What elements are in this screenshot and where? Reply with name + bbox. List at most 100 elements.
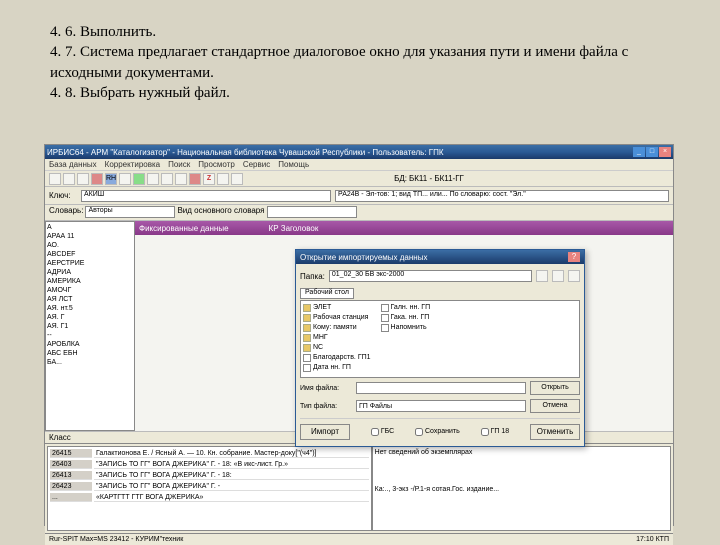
menu-service[interactable]: Сервис — [243, 160, 270, 169]
list-item[interactable]: А — [47, 223, 133, 232]
class-label: Класс — [49, 433, 71, 442]
list-item[interactable]: -- — [47, 331, 133, 340]
table-row[interactable]: 26413"ЗАПИСЬ ТО ГГ" ВОГА ДЖЕРИКА" Г. - 1… — [50, 471, 369, 480]
tb-btn-7[interactable] — [147, 173, 159, 185]
list-item[interactable]: АЕРСТРИЕ — [47, 259, 133, 268]
list-item[interactable]: АЯ. Г1 — [47, 322, 133, 331]
list-item[interactable]: АДРИА — [47, 268, 133, 277]
tb-btn-6[interactable] — [133, 173, 145, 185]
filetype-row: Тип файла: ГП Файлы Отмена — [300, 398, 580, 414]
dict-label: Словарь: — [49, 206, 83, 219]
tab-fixed[interactable]: Фиксированные данные — [139, 224, 229, 233]
filetype-label: Тип файла: — [300, 403, 352, 410]
maximize-button[interactable]: □ — [646, 147, 658, 157]
cancel-action-button[interactable]: Отменить — [530, 424, 580, 440]
tb-btn-5[interactable] — [119, 173, 131, 185]
tb-btn-2[interactable] — [63, 173, 75, 185]
list-item[interactable]: АБС ЕБН — [47, 349, 133, 358]
tab-header[interactable]: КР Заголовок — [269, 224, 319, 233]
folder-label: Папка: — [300, 272, 325, 281]
desktop-tab[interactable]: Рабочий стол — [300, 288, 354, 299]
tb-btn-9[interactable] — [175, 173, 187, 185]
status-bar: Rur-SPIT Max=MS 23412 - КУРИМ"техник 17:… — [45, 533, 673, 545]
file-item[interactable]: Дата нн. ГП — [303, 363, 371, 372]
list-item[interactable]: АМЕРИКА — [47, 277, 133, 286]
instr-line-2: 4. 7. Система предлагает стандартное диа… — [50, 42, 670, 83]
cbx-2[interactable]: Сохранить — [415, 428, 460, 436]
tb-btn-11[interactable] — [217, 173, 229, 185]
file-item[interactable]: Галн. нн. ГП — [381, 303, 431, 312]
view-label: Вид основного словаря — [177, 206, 264, 219]
tb-btn-10[interactable] — [189, 173, 201, 185]
tb-btn-3[interactable] — [77, 173, 89, 185]
folder-item[interactable]: МНГ — [303, 333, 371, 342]
list-item[interactable]: ABCDEF — [47, 250, 133, 259]
open-button[interactable]: Открыть — [530, 381, 580, 395]
list-item[interactable]: АРАА 11 — [47, 232, 133, 241]
list-item[interactable]: АЯ. Г — [47, 313, 133, 322]
tb-btn-8[interactable] — [161, 173, 173, 185]
list-item[interactable]: АЯ. нт.5 — [47, 304, 133, 313]
list-item[interactable]: АРОБЛКА — [47, 340, 133, 349]
table-row[interactable]: 26415Галактионова Е. / Ясный А. — 10. Кн… — [50, 449, 369, 458]
phrase-row: Ключ: АКИШ РА24В - Эл-тов: 1; вид ТП... … — [45, 187, 673, 205]
view-select[interactable] — [267, 206, 357, 218]
filename-input[interactable] — [356, 382, 526, 394]
folder-row: Папка: 01_02_30 БВ экс-2000 — [300, 268, 580, 284]
tb-btn-1[interactable] — [49, 173, 61, 185]
filename-label: Имя файла: — [300, 385, 352, 392]
db-select[interactable]: БК11 - БК11-ГГ — [409, 174, 669, 183]
records-table[interactable]: 26415Галактионова Е. / Ясный А. — 10. Кн… — [48, 447, 371, 504]
app-titlebar: ИРБИС64 - АРМ "Каталогизатор" - Национал… — [45, 145, 673, 159]
folder-select[interactable]: 01_02_30 БВ экс-2000 — [329, 270, 532, 282]
menubar: База данных Корректировка Поиск Просмотр… — [45, 159, 673, 171]
menu-help[interactable]: Помощь — [278, 160, 309, 169]
tb-btn-12[interactable] — [231, 173, 243, 185]
cbx-3[interactable]: ГП 18 — [481, 428, 510, 436]
dialog-close-icon[interactable]: ? — [568, 252, 580, 262]
cancel-button[interactable]: Отмена — [530, 399, 580, 413]
file-list[interactable]: ЭЛЕТ Рабочая станция Кому: памяти МНГ NC… — [300, 300, 580, 378]
file-item[interactable]: Благодарств. ГП1 — [303, 353, 371, 362]
result-input[interactable]: РА24В - Эл-тов: 1; вид ТП... или... По с… — [335, 190, 669, 202]
table-row[interactable]: ...«КАРТГТТ ГТГ ВОГА ДЖЕРИКА» — [50, 493, 369, 502]
tb-btn-4[interactable] — [91, 173, 103, 185]
records-panel: 26415Галактионова Е. / Ясный А. — 10. Кн… — [45, 443, 673, 533]
folder-item[interactable]: Кому: памяти — [303, 323, 371, 332]
new-folder-icon[interactable] — [552, 270, 564, 282]
view-mode-icon[interactable] — [568, 270, 580, 282]
instr-line-1: 4. 6. Выполнить. — [50, 22, 670, 42]
instr-line-3: 4. 8. Выбрать нужный файл. — [50, 83, 670, 103]
file-item[interactable]: Напомнить — [381, 323, 431, 332]
dictionary-list[interactable]: А АРАА 11 АО. ABCDEF АЕРСТРИЕ АДРИА АМЕР… — [45, 221, 135, 431]
list-item[interactable]: АО. — [47, 241, 133, 250]
tb-rh-icon[interactable]: RH — [105, 173, 117, 185]
table-row[interactable]: 26423"ЗАПИСЬ ТО ГГ" ВОГА ДЖЕРИКА" Г. - — [50, 482, 369, 491]
cbx-1[interactable]: ГБС — [371, 428, 394, 436]
folder-item[interactable]: ЭЛЕТ — [303, 303, 371, 312]
file-open-dialog: Открытие импортируемых данных ? Папка: 0… — [295, 249, 585, 447]
dict-select[interactable]: Авторы — [85, 206, 175, 218]
menu-db[interactable]: База данных — [49, 160, 97, 169]
menu-view[interactable]: Просмотр — [198, 160, 235, 169]
phrase-input[interactable]: АКИШ — [81, 190, 331, 202]
minimize-button[interactable]: _ — [633, 147, 645, 157]
tb-z-icon[interactable]: Z — [203, 173, 215, 185]
folder-item[interactable]: Рабочая станция — [303, 313, 371, 322]
table-row[interactable]: 26403"ЗАПИСЬ ТО ГГ" ВОГА ДЖЕРИКА" Г. - 1… — [50, 460, 369, 469]
filetype-select[interactable]: ГП Файлы — [356, 400, 526, 412]
close-button[interactable]: × — [659, 147, 671, 157]
nav-tab-row: Рабочий стол — [300, 286, 580, 300]
list-item[interactable]: АЯ ЛСТ — [47, 295, 133, 304]
no-copies-msg: Нет сведений об экземплярах — [375, 449, 668, 456]
action-row: Импорт ГБС Сохранить ГП 18 Отменить — [300, 418, 580, 440]
folder-item[interactable]: NC — [303, 343, 371, 352]
filename-row: Имя файла: Открыть — [300, 380, 580, 396]
list-item[interactable]: БА... — [47, 358, 133, 367]
up-folder-icon[interactable] — [536, 270, 548, 282]
list-item[interactable]: АМОЧГ — [47, 286, 133, 295]
menu-correct[interactable]: Корректировка — [105, 160, 160, 169]
import-button[interactable]: Импорт — [300, 424, 350, 440]
file-item[interactable]: Гака. нн. ГП — [381, 313, 431, 322]
menu-search[interactable]: Поиск — [168, 160, 190, 169]
